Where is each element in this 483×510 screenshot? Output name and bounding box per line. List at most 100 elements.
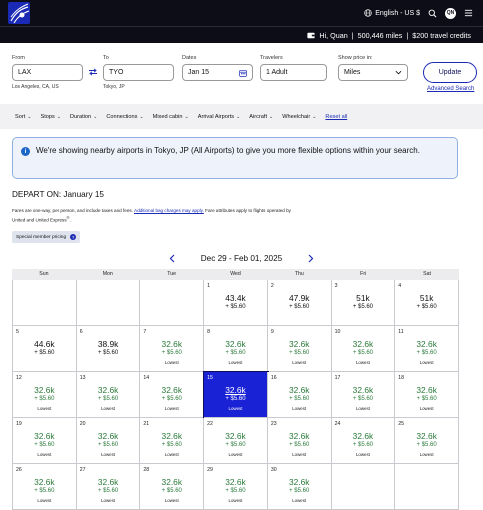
filter-aircraft[interactable]: Aircraft ⌄: [249, 114, 273, 120]
calendar-day-cell[interactable]: 19 32.6k + $5.60 Lowest: [13, 418, 77, 464]
calendar-day-cell[interactable]: 7 32.6k + $5.60 Lowest: [140, 326, 205, 372]
chevron-right-icon[interactable]: [308, 254, 314, 263]
menu-icon[interactable]: [464, 9, 473, 17]
day-number: 9: [270, 329, 274, 335]
filter-stops[interactable]: Stops ⌄: [40, 114, 61, 120]
filter-arrival-airports[interactable]: Arrival Airports ⌄: [198, 114, 241, 120]
fare-tax: + $5.60: [352, 442, 374, 448]
update-button[interactable]: Update: [423, 62, 477, 83]
united-logo[interactable]: [8, 2, 30, 24]
language-selector[interactable]: English - US $: [364, 9, 420, 17]
filter-connections[interactable]: Connections ⌄: [106, 114, 143, 120]
member-miles[interactable]: 500,446 miles: [358, 31, 403, 40]
day-number: 11: [398, 329, 404, 335]
calendar-day-cell[interactable]: 12 32.6k + $5.60 Lowest: [13, 372, 77, 418]
fare-price: 51k: [419, 293, 434, 303]
day-number: 20: [79, 421, 86, 427]
calendar-day-cell[interactable]: 24 32.6k + $5.60 Lowest: [331, 418, 396, 464]
calendar-day-cell[interactable]: 5 44.6k + $5.60: [13, 326, 77, 372]
lowest-label: Lowest: [292, 406, 307, 411]
calendar-day-cell[interactable]: 2 47.9k + $5.60: [267, 280, 332, 326]
calendar-day-cell[interactable]: 29 32.6k + $5.60 Lowest: [204, 464, 268, 510]
calendar-day-cell[interactable]: 9 32.6k + $5.60 Lowest: [267, 326, 332, 372]
filter-duration[interactable]: Duration ⌄: [70, 114, 97, 120]
chevron-left-icon[interactable]: [169, 254, 175, 263]
calendar-grid: 1 43.4k + $5.60 2 47.9k + $5.60 3 51k + $5.60 4 51…: [12, 280, 459, 510]
calendar-day-cell[interactable]: 14 32.6k + $5.60 Lowest: [140, 372, 205, 418]
calendar-day-cell[interactable]: 15 32.6k + $5.60 Lowest: [203, 371, 269, 419]
filter-sort[interactable]: Sort ⌄: [15, 114, 31, 120]
fare-tax: + $5.60: [289, 442, 310, 448]
swap-icon[interactable]: [88, 68, 98, 76]
dates-input[interactable]: Jan 15: [182, 64, 253, 81]
member-bar: Hi, Quan | 500,446 miles | $200 travel c…: [0, 26, 483, 43]
price-value: Miles: [344, 69, 361, 76]
from-input[interactable]: LAX: [12, 64, 83, 81]
fare-price: 32.6k: [97, 385, 119, 395]
fares-text: Fares are one-way, per person, and inclu…: [12, 208, 133, 213]
calendar-day-cell[interactable]: 6 38.9k + $5.60: [76, 326, 141, 372]
chevron-down-icon: ⌄: [184, 113, 189, 120]
filter-label: Stops: [40, 113, 55, 120]
day-number: 12: [16, 375, 22, 381]
fares-end: .: [69, 217, 71, 223]
calendar-day-cell[interactable]: 28 32.6k + $5.60 Lowest: [140, 464, 205, 510]
lowest-label: Lowest: [228, 452, 243, 457]
price-field-group: Show price in: Miles: [338, 55, 408, 81]
calendar-day-cell[interactable]: 20 32.6k + $5.60 Lowest: [76, 418, 141, 464]
filter-label: Aircraft: [249, 113, 268, 120]
calendar-day-cell[interactable]: 1 43.4k + $5.60: [204, 280, 268, 326]
fare-price: 32.6k: [288, 477, 310, 487]
day-number: 5: [16, 329, 19, 335]
calendar-day-cell[interactable]: 23 32.6k + $5.60 Lowest: [267, 418, 332, 464]
fare-price: 43.4k: [225, 293, 246, 303]
lowest-label: Lowest: [355, 452, 370, 457]
filter-mixed-cabin[interactable]: Mixed cabin ⌄: [153, 114, 189, 120]
calendar-day-cell[interactable]: 18 32.6k + $5.60 Lowest: [395, 372, 459, 418]
filter-label: Wheelchair: [282, 113, 311, 120]
calendar-day-cell[interactable]: 17 32.6k + $5.60 Lowest: [331, 372, 396, 418]
calendar-day-cell[interactable]: 11 32.6k + $5.60 Lowest: [395, 326, 459, 372]
day-number: 29: [207, 467, 213, 473]
calendar-day-cell[interactable]: 4 51k + $5.60: [395, 280, 459, 326]
calendar-day-empty: [331, 464, 396, 510]
filter-wheelchair[interactable]: Wheelchair ⌄: [282, 114, 316, 120]
calendar-nav: Dec 29 - Feb 01, 2025: [0, 251, 483, 265]
price-select[interactable]: Miles: [338, 64, 408, 81]
calendar-day-cell[interactable]: 30 32.6k + $5.60 Lowest: [267, 464, 332, 510]
calendar-day-cell[interactable]: 16 32.6k + $5.60 Lowest: [267, 372, 332, 418]
day-number: 19: [16, 421, 22, 427]
calendar-day-cell[interactable]: 3 51k + $5.60: [331, 280, 396, 326]
reset-all-link[interactable]: Reset all: [325, 114, 347, 120]
calendar-day-cell[interactable]: 10 32.6k + $5.60 Lowest: [331, 326, 396, 372]
calendar-day-cell[interactable]: 22 32.6k + $5.60 Lowest: [204, 418, 268, 464]
fare-price: 38.9k: [97, 339, 119, 349]
lowest-label: Lowest: [419, 360, 434, 365]
calendar-day-cell[interactable]: 26 32.6k + $5.60 Lowest: [13, 464, 77, 510]
calendar-day-cell[interactable]: 13 32.6k + $5.60 Lowest: [76, 372, 141, 418]
calendar-day-cell[interactable]: 8 32.6k + $5.60 Lowest: [204, 326, 268, 372]
fare-price: 32.6k: [288, 339, 310, 349]
travelers-input[interactable]: 1 Adult: [260, 64, 327, 81]
bag-charges-link[interactable]: Additional bag charges may apply.: [134, 208, 204, 213]
travelers-value: 1 Adult: [266, 69, 288, 76]
advanced-search-link[interactable]: Advanced Search: [427, 86, 474, 92]
fare-tax: + $5.60: [225, 396, 246, 402]
calendar-day-cell[interactable]: 25 32.6k + $5.60 Lowest: [395, 418, 459, 464]
calendar-day-cell[interactable]: 27 32.6k + $5.60 Lowest: [76, 464, 141, 510]
member-credits[interactable]: $200 travel credits: [412, 31, 471, 40]
help-icon[interactable]: ?: [70, 234, 77, 240]
fare-price: 32.6k: [352, 339, 374, 349]
to-input[interactable]: TYO: [103, 64, 174, 81]
search-icon[interactable]: [428, 9, 437, 18]
day-number: 27: [79, 467, 86, 473]
lowest-label: Lowest: [164, 452, 179, 457]
calendar-day-cell[interactable]: 21 32.6k + $5.60 Lowest: [140, 418, 205, 464]
fare-price: 32.6k: [97, 431, 119, 441]
day-number: 2: [270, 283, 274, 289]
fare-tax: + $5.60: [161, 442, 182, 448]
lowest-label: Lowest: [355, 360, 370, 365]
fare-price: 32.6k: [225, 339, 246, 349]
avatar[interactable]: QN: [445, 7, 456, 19]
member-greeting[interactable]: Hi, Quan: [319, 31, 347, 40]
